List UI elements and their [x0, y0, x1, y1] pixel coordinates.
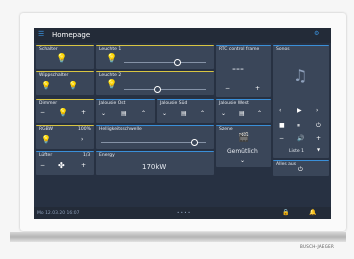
chevron-down-icon[interactable]: ⌄: [162, 111, 167, 117]
power-icon[interactable]: ⏻: [316, 123, 321, 129]
page-title: Homepage: [52, 31, 91, 39]
chevron-right-icon[interactable]: ›: [81, 137, 83, 143]
energy-value: 170kW: [142, 163, 167, 171]
fan-up-button[interactable]: +: [81, 163, 86, 169]
chevron-down-icon[interactable]: ⌄: [221, 111, 226, 117]
pause-icon[interactable]: ⏸: [297, 123, 300, 129]
slider-knob[interactable]: [154, 86, 161, 93]
stop-icon[interactable]: ■: [279, 123, 285, 129]
scene-clapper-icon: 🎬: [238, 133, 250, 143]
tile-label: Alles aus: [276, 162, 297, 167]
tile-leuchte-1[interactable]: Leuchte 1 💡: [96, 45, 214, 69]
tile-label: Jalousie Ost: [99, 101, 126, 106]
tile-label: Dimmer: [39, 101, 58, 106]
bulb-icon: 💡: [106, 80, 118, 90]
tile-schalter[interactable]: Schalter 💡: [36, 45, 94, 69]
power-icon[interactable]: ⏻: [298, 167, 303, 173]
chevron-up-icon[interactable]: ⌃: [200, 111, 205, 117]
chevron-down-icon[interactable]: ⌄: [240, 158, 245, 164]
touch-screen: ☰ Homepage ⚙ Schalter 💡 Leuchte 1 💡 RTC …: [34, 28, 331, 219]
bulb-icon: 💡: [56, 54, 68, 64]
tile-helligkeitsschwelle[interactable]: Helligkeitsschwelle: [96, 125, 214, 149]
tile-label: Energy: [99, 153, 115, 158]
chevron-down-icon[interactable]: ▼: [317, 148, 320, 152]
tile-luefter[interactable]: Lüfter 1/3 − ✤ +: [36, 151, 94, 175]
settings-icon[interactable]: ⚙: [314, 31, 319, 37]
decrease-button[interactable]: −: [225, 86, 230, 92]
scene-name: Gemütlich: [227, 148, 258, 155]
tile-szene[interactable]: Szene 🎬 Gemütlich ⌄: [216, 125, 271, 167]
blind-icon: ▤: [121, 110, 127, 117]
device-bottom-strip: [10, 232, 346, 242]
chevron-up-icon[interactable]: ⌃: [141, 111, 146, 117]
tile-energy: Energy 170kW: [96, 151, 214, 175]
brand-logo: BUSCH-JAEGER: [300, 244, 335, 249]
bulb-off-icon[interactable]: 💡: [68, 82, 78, 90]
page-indicator: • • • •: [177, 210, 191, 215]
lock-icon[interactable]: 🔒: [282, 210, 289, 216]
fan-icon: ✤: [58, 161, 65, 170]
volume-down-button[interactable]: −: [279, 136, 284, 142]
slider-track: [124, 62, 206, 63]
tile-label: RGBW: [39, 127, 53, 132]
previous-button[interactable]: ‹: [279, 108, 281, 114]
alarm-icon[interactable]: 🔔: [309, 210, 316, 216]
blind-icon: ▤: [239, 110, 245, 117]
menu-list-icon[interactable]: ☰: [38, 31, 44, 38]
chevron-up-icon[interactable]: ⌃: [257, 111, 262, 117]
tile-label: Helligkeitsschwelle: [99, 127, 142, 132]
tile-label: Leuchte 2: [99, 73, 122, 78]
tile-label: Lüfter: [39, 153, 53, 158]
volume-up-button[interactable]: +: [316, 136, 321, 142]
tile-label: Jalousie West: [219, 101, 249, 106]
music-note-icon: ♫: [293, 66, 308, 85]
bulb-icon: 💡: [106, 54, 118, 64]
title-bar: ☰ Homepage ⚙: [34, 28, 331, 43]
setpoint-value: ---: [232, 62, 244, 75]
tile-dimmer[interactable]: Dimmer − 💡 +: [36, 99, 94, 123]
source-select[interactable]: Liste 1: [289, 149, 304, 154]
next-button[interactable]: ›: [316, 108, 318, 114]
tile-label: Wippschalter: [39, 73, 69, 78]
dim-down-button[interactable]: −: [40, 110, 45, 116]
tile-label: Sonos: [276, 47, 290, 52]
tile-label: Szene: [219, 127, 233, 132]
chevron-down-icon[interactable]: ⌄: [101, 111, 106, 117]
fan-level: 1/3: [83, 153, 91, 158]
tile-jalousie-ost[interactable]: Jalousie Ost ⌄ ▤ ⌃: [96, 99, 155, 123]
tile-alles-aus[interactable]: Alles aus ⏻: [273, 160, 329, 176]
dim-up-button[interactable]: +: [81, 110, 86, 116]
tile-wippschalter[interactable]: Wippschalter 💡 💡: [36, 71, 94, 95]
status-datetime: Mo 12.03.20 16:07: [37, 211, 80, 216]
tile-jalousie-sued[interactable]: Jalousie Süd ⌄ ▤ ⌃: [157, 99, 214, 123]
tile-leuchte-2[interactable]: Leuchte 2 💡: [96, 71, 214, 95]
increase-button[interactable]: +: [255, 86, 260, 92]
tile-label: Schalter: [39, 47, 58, 52]
tile-jalousie-west[interactable]: Jalousie West ⌄ ▤ ⌃: [216, 99, 271, 123]
tile-sonos[interactable]: Sonos ♫ ‹ ▶ › ■ ⏸ ⏻ − 🔊 + Liste 1 ▼: [273, 45, 329, 158]
bulb-icon: 💡: [41, 135, 51, 144]
volume-icon: 🔊: [297, 135, 305, 142]
status-bar: Mo 12.03.20 16:07 • • • • 🔒 🔔: [34, 207, 331, 219]
bulb-icon: 💡: [58, 108, 68, 117]
slider-track: [124, 89, 206, 90]
bulb-on-icon[interactable]: 💡: [41, 82, 51, 90]
tile-rtc-control[interactable]: RTC control frame --- − +: [216, 45, 271, 97]
play-icon[interactable]: ▶: [297, 108, 302, 114]
tile-label: Jalousie Süd: [160, 101, 188, 106]
blind-icon: ▤: [181, 110, 187, 117]
tile-label: RTC control frame: [219, 47, 260, 52]
tile-label: Leuchte 1: [99, 47, 122, 52]
fan-down-button[interactable]: −: [40, 163, 45, 169]
slider-knob[interactable]: [174, 59, 181, 66]
rgbw-value: 100%: [78, 127, 91, 132]
tile-rgbw[interactable]: RGBW 100% 💡 ›: [36, 125, 94, 149]
slider-knob[interactable]: [191, 139, 198, 146]
